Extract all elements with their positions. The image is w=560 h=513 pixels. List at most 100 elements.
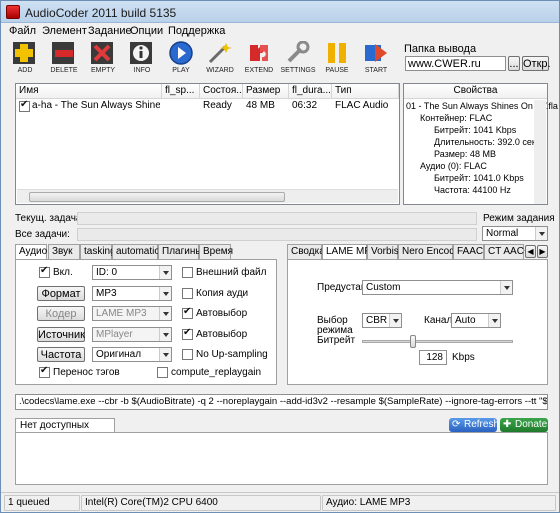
scroll-thumb[interactable] <box>29 192 285 202</box>
channel-value: Auto <box>455 315 476 326</box>
tab-time[interactable]: Время <box>199 244 233 259</box>
tab-faac[interactable]: FAAC <box>453 244 484 259</box>
status-bar: 1 queued Intel(R) Core(TM)2 CPU 6400 Ауд… <box>1 492 559 512</box>
properties-panel: Свойства 01 - The Sun Always Shines On T… <box>403 83 558 205</box>
column-size[interactable]: Размер <box>243 84 289 99</box>
task-mode-select[interactable]: Normal <box>482 226 548 241</box>
tab-nero-encoder[interactable]: Nero Encoder <box>398 244 464 259</box>
tab-audio[interactable]: Аудио <box>15 244 47 260</box>
menu-item[interactable]: Элемент <box>42 25 87 37</box>
refresh-icon: ⟳ <box>452 419 461 430</box>
format-select[interactable]: MP3 <box>92 286 172 301</box>
wizard-button[interactable]: WIZARD <box>201 40 239 76</box>
column-state[interactable]: Состоя... <box>200 84 243 99</box>
copy-audio-checkbox[interactable] <box>182 288 193 299</box>
tab-scroll-left-button[interactable]: ◀ <box>525 245 536 258</box>
mode-select[interactable]: CBR <box>362 313 402 328</box>
rss-feed-area <box>15 432 548 485</box>
queue-status: 1 queued <box>4 495 80 511</box>
file-list[interactable]: Имя fl_sp... Состоя... Размер fl_dura...… <box>15 83 400 205</box>
id-select[interactable]: ID: 0 <box>92 265 172 280</box>
info-icon <box>130 42 152 64</box>
output-folder-input[interactable]: www.CWER.ru <box>405 56 506 71</box>
lame-panel: Предустан Custom Выбор режима CBR Канал … <box>287 259 548 385</box>
start-label: START <box>364 67 388 74</box>
encoder-auto-checkbox[interactable] <box>182 306 193 319</box>
prop-audio-bitrate: Битрейт: 1041.0 Kbps <box>434 173 524 183</box>
column-fl-sp[interactable]: fl_sp... <box>162 84 200 99</box>
source-auto-checkbox[interactable] <box>182 327 193 340</box>
menu-support[interactable]: Поддержка <box>168 25 225 37</box>
delete-label: DELETE <box>50 67 78 74</box>
chevron-down-icon <box>159 348 171 361</box>
menu-file[interactable]: Файл <box>9 25 36 37</box>
delete-button[interactable]: DELETE <box>45 40 83 76</box>
bitrate-slider[interactable] <box>362 335 513 348</box>
tab-plugins[interactable]: Плагины <box>158 244 203 259</box>
column-name[interactable]: Имя <box>16 84 162 99</box>
row-size: 48 MB <box>246 100 275 111</box>
frequency-button[interactable]: Частота <box>37 347 85 362</box>
window-title: AudioCoder 2011 build 5135 <box>25 6 177 20</box>
frequency-select[interactable]: Оригинал <box>92 347 172 362</box>
extend-label: EXTEND <box>244 67 274 74</box>
info-button[interactable]: INFO <box>123 40 161 76</box>
add-button[interactable]: ADD <box>6 40 44 76</box>
donate-button[interactable]: ✚ Donate <box>500 418 548 432</box>
tab-automation[interactable]: automation <box>112 244 165 259</box>
command-line-field[interactable]: .\codecs\lame.exe --cbr -b $(AudioBitrat… <box>15 394 548 410</box>
play-icon <box>169 41 193 65</box>
channel-select[interactable]: Auto <box>451 313 501 328</box>
menu-options[interactable]: Опции <box>130 25 163 37</box>
enabled-checkbox[interactable] <box>39 265 50 278</box>
rss-tab[interactable]: Нет доступных лент RSS <box>15 418 115 442</box>
no-upsampling-label: No Up-sampling <box>196 349 268 360</box>
encoder-button[interactable]: Кодер <box>37 306 85 321</box>
properties-vscrollbar[interactable] <box>534 100 546 204</box>
external-file-checkbox[interactable] <box>182 267 193 278</box>
column-type[interactable]: Тип <box>332 84 399 99</box>
settings-button[interactable]: SETTINGS <box>279 40 317 76</box>
preset-select[interactable]: Custom <box>362 280 513 295</box>
file-list-hscrollbar[interactable] <box>17 189 398 203</box>
cpu-status: Intel(R) Core(TM)2 CPU 6400 <box>81 495 321 511</box>
empty-button[interactable]: EMPTY <box>84 40 122 76</box>
audio-codec-status: Аудио: LAME MP3 <box>322 495 556 511</box>
tab-tasking[interactable]: tasking <box>80 244 116 259</box>
play-button[interactable]: PLAY <box>162 40 200 76</box>
extend-icon <box>250 45 268 61</box>
row-duration: 06:32 <box>292 100 318 111</box>
tab-vorbis[interactable]: Vorbis <box>367 244 399 259</box>
tags-transfer-checkbox[interactable] <box>39 365 50 378</box>
open-folder-button[interactable]: Откр. <box>522 56 551 71</box>
source-select[interactable]: MPlayer <box>92 327 172 342</box>
source-button[interactable]: Источник <box>37 327 85 342</box>
pause-button[interactable]: PAUSE <box>318 40 356 76</box>
tab-scroll-right-button[interactable]: ▶ <box>537 245 548 258</box>
refresh-button[interactable]: ⟳ Refresh <box>449 418 499 432</box>
menu-task[interactable]: Задание <box>88 25 132 37</box>
browse-button[interactable]: ... <box>508 56 520 71</box>
bitrate-value-field[interactable]: 128 <box>419 350 447 365</box>
tab-ct-aac[interactable]: CT AAC+ <box>484 244 530 259</box>
tab-lame-mp3[interactable]: LAME MP3 <box>322 244 377 260</box>
row-name[interactable]: a-ha - The Sun Always Shines On TV <box>32 100 160 111</box>
no-upsampling-checkbox[interactable] <box>182 349 193 360</box>
tab-summary[interactable]: Сводка <box>287 244 325 259</box>
bitrate-slider-thumb[interactable] <box>410 335 416 348</box>
extend-button[interactable]: EXTEND <box>240 40 278 76</box>
preset-value: Custom <box>366 282 401 293</box>
tab-sound[interactable]: Звук <box>48 244 80 259</box>
mode-label: Выбор режима <box>317 315 353 336</box>
encoder-select[interactable]: LAME MP3 <box>92 306 172 321</box>
tags-transfer-label: Перенос тэгов <box>53 367 120 378</box>
row-checkbox[interactable] <box>19 99 30 112</box>
format-button[interactable]: Формат <box>37 286 85 301</box>
id-value: ID: 0 <box>96 267 118 278</box>
column-duration[interactable]: fl_dura... <box>289 84 332 99</box>
mode-value: CBR <box>366 315 388 326</box>
replaygain-checkbox[interactable] <box>157 367 168 378</box>
source-value: MPlayer <box>96 329 133 340</box>
start-button[interactable]: START <box>357 40 395 76</box>
preset-label: Предустан <box>317 282 367 293</box>
